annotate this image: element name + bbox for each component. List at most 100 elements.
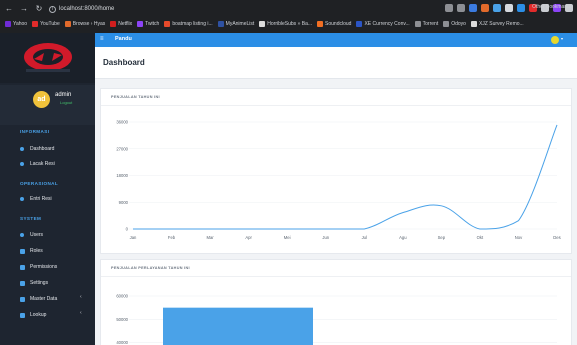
y-tick-label: 0 (126, 227, 129, 232)
user-avatar[interactable] (551, 36, 559, 44)
bookmark-item[interactable]: MyAnimeList (217, 21, 255, 27)
x-tick-label: Mar (206, 235, 214, 240)
extension-icon[interactable] (481, 4, 489, 12)
line-chart: 0 9000 18000 27000 36000 Jan Feb Mar Apr Mei Jun Ju… (116, 120, 560, 241)
sidebar-item-label: Entri Resi (30, 196, 52, 202)
sidebar-item-lookup[interactable]: Lookup ‹ (20, 310, 82, 320)
bookmark-item[interactable]: Torrent (414, 21, 438, 27)
info-icon[interactable]: i (49, 5, 56, 13)
sidebar-item-permissions[interactable]: Permissions (20, 262, 57, 272)
logo-area (0, 33, 95, 83)
reload-icon[interactable]: ↻ (33, 3, 45, 15)
sidebar-item-master-data[interactable]: Master Data ‹ (20, 294, 82, 304)
app-logo (24, 43, 72, 72)
screen: ← → ↻ i localhost:8000/home Yahoo YouTub… (0, 0, 577, 345)
x-tick-label: Des (553, 235, 560, 240)
bookmark-label: Twitch (145, 21, 160, 27)
y-tick-label: 40000 (116, 340, 128, 345)
extension-icon[interactable] (517, 4, 525, 12)
bookmark-item[interactable]: Soundcloud (317, 21, 351, 27)
y-tick-label: 9000 (119, 200, 129, 205)
bookmark-item[interactable]: XE Currency Conv... (356, 21, 410, 27)
page-title: Dashboard (103, 58, 145, 67)
bookmark-label: Netflix (118, 21, 133, 27)
browser-toolbar: ← → ↻ i localhost:8000/home (0, 1, 577, 17)
back-icon[interactable]: ← (3, 3, 15, 15)
sidebar-item-label: Lacak Resi (30, 161, 55, 167)
x-tick-label: Feb (168, 235, 176, 240)
bookmark-favicon-icon (217, 21, 224, 27)
other-bookmarks[interactable]: Other Bookmarks (532, 4, 571, 10)
caret-down-icon[interactable]: ▾ (561, 36, 563, 41)
share-icon[interactable] (445, 4, 453, 12)
bookmark-item[interactable]: XJZ Survey Remo... (470, 21, 524, 27)
bookmark-favicon-icon (356, 21, 363, 27)
main-content: Dashboard PENJUALAN TAHUN INI 0 9000 18000… (95, 47, 577, 345)
bookmark-label: XJZ Survey Remo... (478, 21, 524, 27)
sidebar-item-entri-resi[interactable]: Entri Resi (20, 194, 52, 204)
bookmark-item[interactable]: Yahoo (5, 21, 27, 27)
bookmark-favicon-icon (137, 21, 144, 27)
extension-icon[interactable] (493, 4, 501, 12)
bookmark-item[interactable]: Netflix (110, 21, 132, 27)
bookmark-label: boatmap listing i... (172, 21, 213, 27)
menu-item-icon (20, 280, 25, 286)
sidebar-item-label: Settings (30, 280, 49, 286)
user-name: admin (55, 92, 72, 98)
app-title: Pandu (115, 36, 132, 42)
bar-chart: 40000 50000 60000 (116, 294, 557, 345)
bookmark-item[interactable]: YouTube (32, 21, 60, 27)
sidebar-item-label: Permissions (30, 264, 58, 270)
extension-icon[interactable] (469, 4, 477, 12)
bookmark-favicon-icon (470, 21, 477, 27)
sidebar-section-operasional: OPERASIONAL (20, 181, 59, 186)
browser-chrome: ← → ↻ i localhost:8000/home Yahoo YouTub… (0, 0, 577, 33)
bookmark-item[interactable]: Twitch (137, 21, 159, 27)
logout-link[interactable]: Logout (60, 100, 72, 105)
bookmark-item[interactable]: HorribleSubs » Ba... (259, 21, 312, 27)
star-icon[interactable] (457, 4, 465, 12)
sidebar-section-informasi: INFORMASI (20, 129, 50, 134)
x-tick-label: Jul (362, 235, 367, 240)
sidebar: ad admin Logout INFORMASI Dashboard Lacak … (0, 33, 95, 345)
bookmark-label: Browse › Hyas (72, 21, 106, 27)
sidebar-item-label: Roles (30, 248, 43, 254)
y-tick-label: 60000 (116, 294, 128, 299)
sales-chart-card: PENJUALAN TAHUN INI 0 9000 18000 27000 36000… (100, 88, 572, 254)
bookmark-favicon-icon (110, 21, 117, 27)
bookmark-item[interactable]: Odoyo (443, 21, 466, 27)
bookmark-label: Soundcloud (325, 21, 352, 27)
extension-icon[interactable] (505, 4, 513, 12)
sidebar-item-settings[interactable]: Settings (20, 278, 48, 288)
sidebar-item-roles[interactable]: Roles (20, 246, 43, 256)
bar (163, 307, 313, 345)
address-bar-text: localhost:8000/home (59, 6, 115, 12)
x-tick-label: Mei (284, 235, 291, 240)
bookmark-item[interactable]: Browse › Hyas (64, 21, 106, 27)
service-chart-card: PENJUALAN PERLAYANAN TAHUN INI 40000 5000… (100, 259, 572, 345)
menu-item-icon (20, 197, 24, 201)
bookmark-label: YouTube (40, 21, 60, 27)
y-tick-label: 50000 (116, 317, 128, 322)
hamburger-icon[interactable]: ≡ (100, 36, 104, 42)
chevron-left-icon: ‹ (80, 310, 82, 316)
sidebar-item-label: Master Data (30, 296, 58, 302)
menu-item-icon (20, 233, 24, 237)
bookmark-item[interactable]: boatmap listing i... (164, 21, 213, 27)
x-tick-label: Agu (399, 235, 407, 240)
top-bar: ≡ Pandu ▾ (95, 33, 577, 47)
sidebar-item-lacak-resi[interactable]: Lacak Resi (20, 159, 55, 169)
avatar[interactable]: ad (33, 91, 50, 108)
user-panel: ad admin Logout (0, 85, 95, 125)
sidebar-item-dashboard[interactable]: Dashboard (20, 144, 54, 154)
bookmark-label: MyAnimeList (225, 21, 255, 27)
y-tick-label: 36000 (116, 120, 128, 125)
address-bar[interactable]: i localhost:8000/home (49, 3, 114, 15)
sidebar-item-users[interactable]: Users (20, 230, 43, 240)
x-tick-label: Apr (245, 235, 252, 240)
forward-icon[interactable]: → (18, 3, 30, 15)
bookmark-label: Yahoo (13, 21, 28, 27)
sidebar-section-system: SYSTEM (20, 216, 42, 221)
series-line (133, 124, 558, 230)
bookmarks-bar: Yahoo YouTube Browse › Hyas Netflix Twitch bo… (0, 17, 577, 31)
